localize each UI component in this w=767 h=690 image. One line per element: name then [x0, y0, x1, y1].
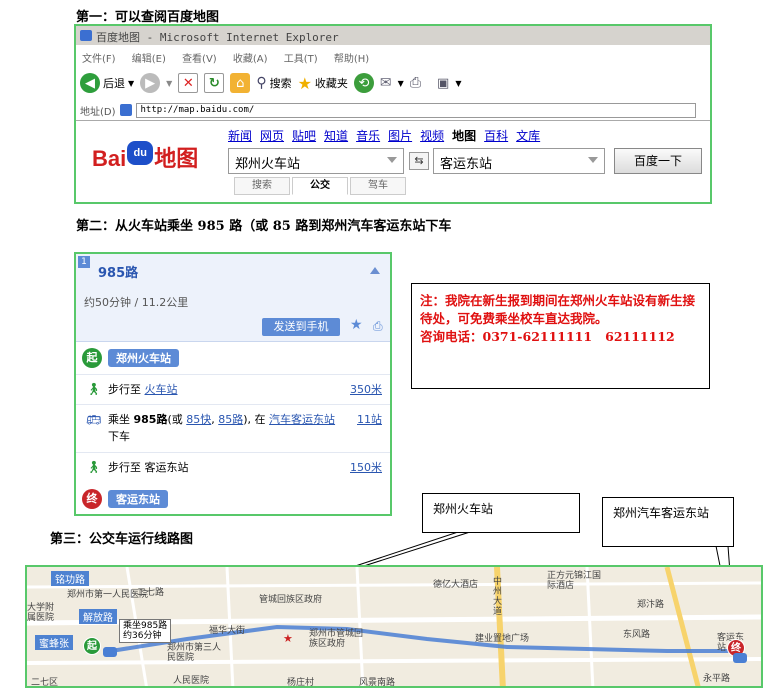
route-map[interactable]: ★ 铭功路 解放路 蜜蜂张 大学附属医院 福华大街 郑州市管城回族区政府 郑州市… [25, 565, 763, 688]
map-bus-icon-end [733, 653, 747, 663]
map-label-place8: 正方元锦江国际酒店 [547, 571, 602, 591]
map-label-place2: 福华大街 [209, 626, 246, 636]
map-label-place4: 郑州市第三人民医院 [167, 643, 222, 663]
map-start-marker[interactable]: 起 [83, 637, 101, 655]
callout-end-station: 郑州汽车客运东站 [602, 497, 734, 547]
map-label-place13: 永平路 [703, 674, 731, 684]
tooltip-line-2: 约36分钟 [123, 631, 162, 641]
map-label-place7: 建业置地广场 [475, 634, 530, 644]
map-label-place5: 德亿大酒店 [433, 580, 479, 590]
landmark-star-icon: ★ [283, 632, 293, 645]
map-label-place11: 杨庄村 [287, 678, 315, 688]
map-label-start-tag: 蜜蜂张 [35, 635, 73, 650]
map-label-place1: 大学附属医院 [27, 603, 55, 623]
tooltip-line-1: 乘坐985路 [123, 621, 168, 631]
map-label-place12: 风景南路 [359, 678, 396, 688]
map-label-place18: 二七区 [31, 678, 59, 688]
map-label-place16: 东风路 [623, 630, 651, 640]
callout-start-station: 郑州火车站 [422, 493, 580, 533]
map-label-road3: 二七路 [137, 588, 165, 598]
map-label-place3: 郑州市管城回族区政府 [309, 629, 364, 649]
map-label-place14: 人民医院 [173, 676, 210, 686]
map-bus-icon [103, 647, 117, 657]
map-label-place9: 郑汴路 [637, 600, 665, 610]
map-label-place15: 郑州市第一人民医院 [67, 590, 149, 600]
map-label-place6: 中州大道 [493, 577, 503, 617]
map-label-road1: 铭功路 [51, 571, 89, 586]
map-label-place10: 管城回族区政府 [259, 595, 323, 605]
map-bus-tooltip: 乘坐985路 约36分钟 [119, 619, 172, 643]
map-label-road2: 解放路 [79, 609, 117, 624]
